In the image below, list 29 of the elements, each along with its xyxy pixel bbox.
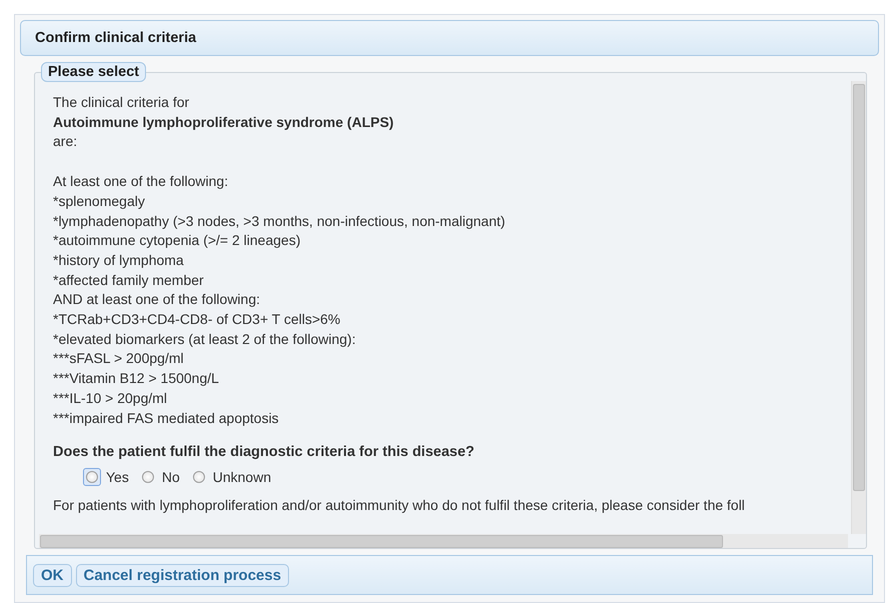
- dialog-title: Confirm clinical criteria: [35, 30, 196, 46]
- dialog-button[interactable]: Cancel registration process: [76, 564, 290, 586]
- intro-text: are:: [53, 132, 78, 152]
- note-text: For patients with lymphoproliferation and/or autoimmunity who do not fulfil these criteria, please consider the foll: [53, 496, 746, 516]
- radio-option[interactable]: Unknown: [190, 468, 272, 486]
- radio-option[interactable]: No: [138, 468, 180, 486]
- radio-option[interactable]: Yes: [83, 468, 129, 486]
- criteria-line: *splenomegaly: [53, 192, 146, 211]
- criteria-line: ***Vitamin B12 > 1500ng/L: [53, 369, 220, 388]
- criteria-line: *affected family member: [53, 270, 205, 290]
- criteria-line: *elevated biomarkers (at least 2 of the following):: [53, 330, 357, 349]
- radio-button[interactable]: [192, 471, 205, 484]
- intro-text: The clinical criteria for: [53, 93, 190, 112]
- criteria-line: ***IL-10 > 20pg/ml: [53, 388, 168, 408]
- criteria-line: At least one of the following:: [53, 172, 230, 192]
- criteria-line: *TCRab+CD3+CD4-CD8- of CD3+ T cells>6%: [53, 310, 342, 330]
- criteria-line: *autoimmune cytopenia (>/= 2 lineages): [53, 231, 302, 250]
- criteria-line: *history of lymphoma: [53, 250, 185, 270]
- dialog-button[interactable]: OK: [33, 564, 72, 586]
- radio-button[interactable]: [142, 471, 154, 484]
- criteria-line: ***impaired FAS mediated apoptosis: [53, 408, 280, 428]
- criteria-line: *lymphadenopathy (>3 nodes, >3 months, non-infectious, non-malignant): [53, 212, 506, 231]
- criteria-line: ***sFASL > 200pg/ml: [53, 349, 185, 368]
- vertical-scrollbar[interactable]: [851, 81, 866, 534]
- fieldset-legend: Please select: [41, 62, 146, 82]
- criteria-line: AND at least one of the following:: [53, 290, 262, 310]
- disease-name: Autoimmune lymphoproliferative syndrome (ALPS): [53, 112, 395, 132]
- question-text: Does the patient fulfil the diagnostic criteria for this disease?: [53, 443, 476, 462]
- horizontal-scrollbar[interactable]: [39, 534, 848, 548]
